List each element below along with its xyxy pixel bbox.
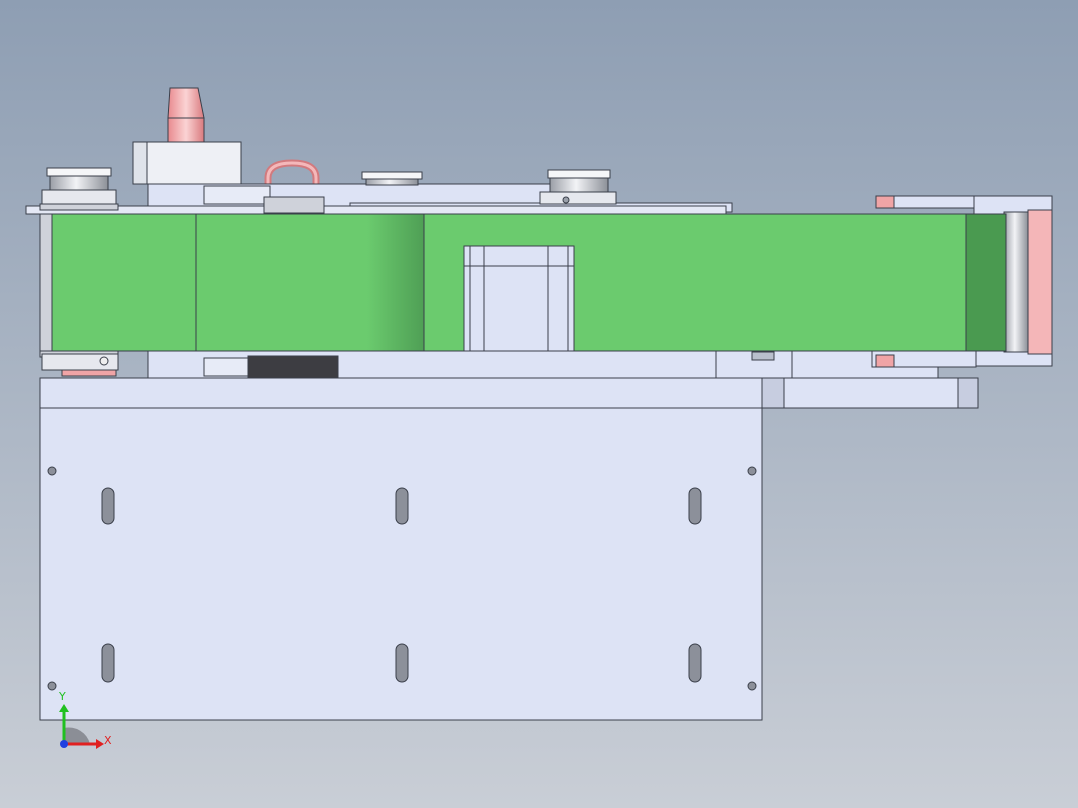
z-axis-dot: [60, 740, 68, 748]
cad-viewport[interactable]: X Y: [0, 0, 1078, 808]
handle-base: [263, 196, 325, 214]
cad-model-drawing[interactable]: X Y: [0, 0, 1078, 808]
bearing-left-top[interactable]: [39, 167, 119, 211]
bearing-right-top[interactable]: [539, 169, 617, 205]
drive-roller[interactable]: [247, 355, 339, 381]
motor-block[interactable]: [132, 141, 242, 185]
left-roller[interactable]: [39, 213, 53, 352]
x-axis-label: X: [104, 734, 112, 747]
end-roller[interactable]: [1003, 211, 1029, 353]
pneumatic-fitting[interactable]: [167, 87, 205, 143]
bearing-center-top[interactable]: [361, 171, 423, 186]
y-axis-label: Y: [58, 690, 66, 703]
mounting-rail: [39, 377, 763, 409]
